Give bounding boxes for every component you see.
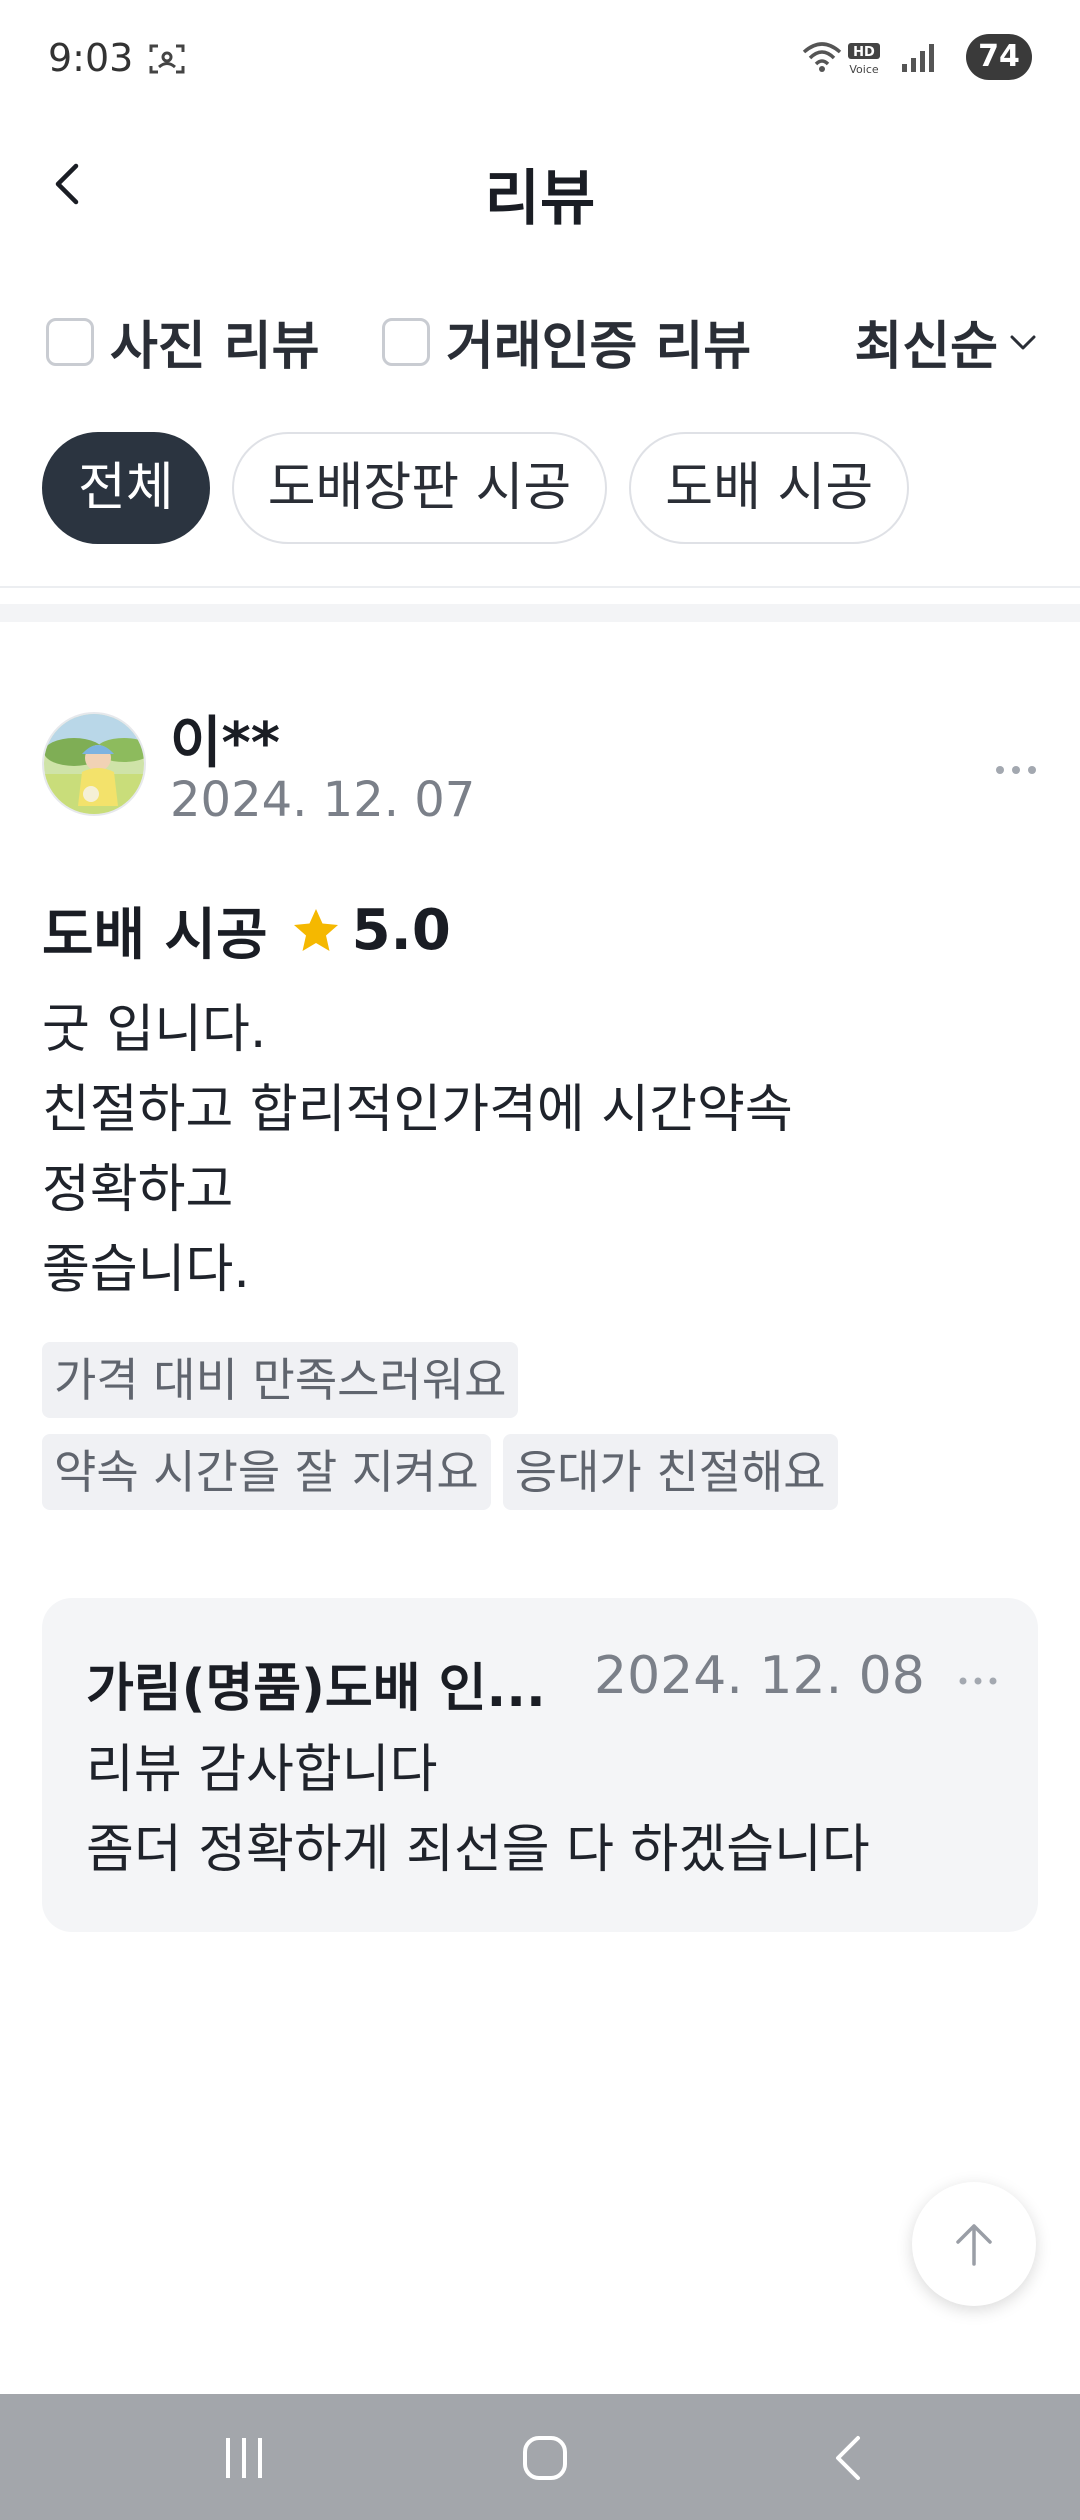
arrow-up-icon	[956, 2224, 992, 2266]
system-nav-bar	[0, 2394, 1080, 2520]
verified-review-label: 거래인증 리뷰	[446, 317, 752, 377]
chip-wallpaper[interactable]: 도배 시공	[629, 432, 910, 544]
more-options-button[interactable]	[994, 740, 1038, 786]
owner-reply: 가림(명품)도배 인... 2024. 12. 08 리뷰 감사합니다 좀더 정…	[42, 1598, 1038, 1932]
service-name: 도배 시공	[42, 903, 268, 968]
divider	[0, 586, 1080, 588]
status-time: 9:03	[48, 36, 134, 80]
sort-label: 최신순	[854, 317, 998, 377]
review-line: 좋습니다.	[42, 1240, 250, 1300]
reviewer-name: 이**	[170, 711, 281, 776]
service-rating: 도배 시공 5.0	[42, 890, 451, 971]
recent-apps-button[interactable]	[214, 2430, 274, 2486]
checkbox-box[interactable]	[382, 317, 430, 366]
chevron-down-icon	[1010, 335, 1036, 349]
hd-voice-icon: HD Voice	[846, 42, 882, 80]
back-arrow-icon	[836, 2436, 860, 2480]
chip-all[interactable]: 전체	[42, 432, 210, 544]
verified-review-checkbox[interactable]: 거래인증 리뷰	[382, 304, 751, 379]
chip-wallpaper-floor[interactable]: 도배장판 시공	[231, 432, 608, 544]
screenshot-icon	[148, 42, 186, 80]
battery-indicator: 74	[966, 34, 1032, 80]
scroll-to-top-button[interactable]	[912, 2182, 1036, 2306]
review-line: 친절하고 합리적인가격에 시간약속	[42, 1080, 793, 1140]
tag: 응대가 친절해요	[502, 1434, 838, 1510]
more-icon	[996, 766, 1036, 774]
recent-apps-icon	[226, 2438, 262, 2478]
header: 리뷰	[0, 130, 1080, 240]
status-bar: 9:03 HD Voice 74	[0, 0, 1080, 120]
reply-date: 2024. 12. 08	[594, 1646, 925, 1706]
review-line: 굿 입니다.	[42, 1000, 267, 1060]
signal-icon	[900, 42, 936, 78]
rating-value: 5.0	[351, 898, 451, 963]
more-icon	[959, 1677, 997, 1685]
home-icon	[523, 2436, 567, 2480]
wifi-icon	[802, 40, 842, 78]
page-title: 리뷰	[484, 164, 596, 234]
review-line: 정확하고	[42, 1160, 234, 1220]
filter-row: 사진 리뷰 거래인증 리뷰 최신순	[0, 296, 1080, 379]
review-body: 굿 입니다. 친절하고 합리적인가격에 시간약속 정확하고 좋습니다.	[42, 990, 1038, 1310]
sort-dropdown[interactable]: 최신순	[854, 304, 1040, 379]
review-tags: 가격 대비 만족스러워요 약속 시간을 잘 지켜요 응대가 친절해요	[42, 1342, 1038, 1526]
reply-more-button[interactable]	[958, 1652, 998, 1696]
reply-line: 리뷰 감사합니다	[86, 1740, 438, 1800]
hd-label: HD	[853, 45, 875, 60]
category-chips: 전체 도배장판 시공 도배 시공	[42, 432, 910, 544]
photo-review-label: 사진 리뷰	[110, 317, 320, 377]
reply-line: 좀더 정확하게 죄선을 다 하겠습니다	[86, 1820, 870, 1880]
checkbox-box[interactable]	[46, 317, 94, 366]
voice-label: Voice	[849, 63, 879, 76]
photo-review-checkbox[interactable]: 사진 리뷰	[46, 304, 319, 379]
reply-body: 리뷰 감사합니다 좀더 정확하게 죄선을 다 하겠습니다	[86, 1730, 870, 1890]
tag: 가격 대비 만족스러워요	[42, 1342, 519, 1418]
section-gap	[0, 604, 1080, 622]
star-icon	[293, 908, 338, 951]
tag: 약속 시간을 잘 지켜요	[42, 1434, 491, 1510]
home-button[interactable]	[515, 2430, 575, 2486]
avatar	[42, 712, 146, 816]
reply-author: 가림(명품)도배 인...	[86, 1659, 546, 1719]
review-date: 2024. 12. 07	[170, 772, 476, 828]
system-back-button[interactable]	[820, 2430, 880, 2486]
